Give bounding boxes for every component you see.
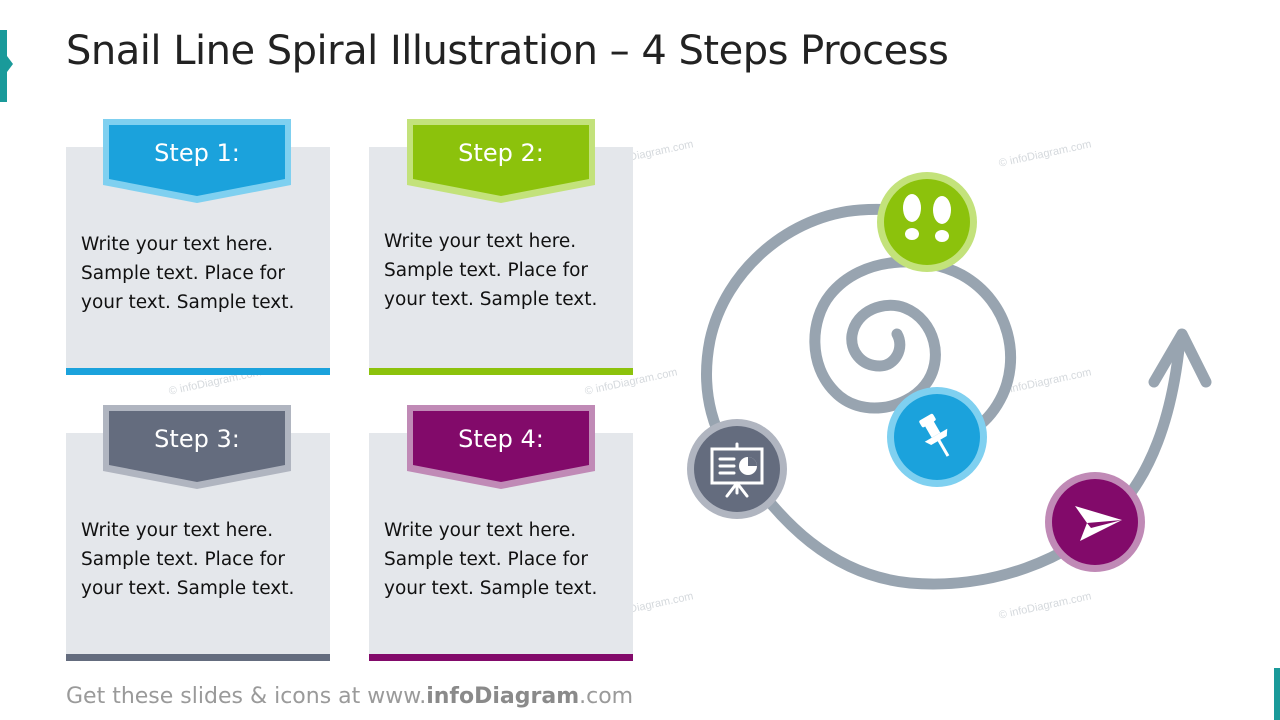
step-3-icon-badge [687, 419, 787, 519]
step-3-bottom-bar [66, 654, 330, 661]
step-2-text: Write your text here. Sample text. Place… [384, 227, 624, 314]
step-1-text-line: Sample text. Place for [81, 263, 286, 284]
step-4-text: Write your text here. Sample text. Place… [384, 516, 624, 603]
step-4-icon-badge [1045, 472, 1145, 572]
step-1-text-line: Write your text here. [81, 234, 274, 255]
left-accent-bar [0, 30, 13, 102]
step-3-text-line: Write your text here. [81, 520, 274, 541]
step-1-icon-badge [887, 387, 987, 487]
footer-prefix: Get these slides & icons at www. [66, 684, 427, 709]
step-1-text-line: your text. Sample text. [81, 292, 295, 313]
step-2-banner: Step 2: [407, 119, 595, 203]
step-2-text-line: your text. Sample text. [384, 289, 598, 310]
step-1-banner: Step 1: [103, 119, 291, 203]
step-2-text-line: Write your text here. [384, 231, 577, 252]
step-3-label: Step 3: [154, 425, 240, 453]
step-2-bottom-bar [369, 368, 633, 375]
step-4-bottom-bar [369, 654, 633, 661]
step-3-text-line: your text. Sample text. [81, 578, 295, 599]
step-1-bottom-bar [66, 368, 330, 375]
step-4-label: Step 4: [458, 425, 544, 453]
step-4-text-line: Write your text here. [384, 520, 577, 541]
footer-credit: Get these slides & icons at www.infoDiag… [66, 684, 633, 709]
step-3-text: Write your text here. Sample text. Place… [81, 516, 321, 603]
step-1-label: Step 1: [154, 139, 240, 167]
page-title: Snail Line Spiral Illustration – 4 Steps… [66, 28, 949, 74]
right-accent-bar [1274, 668, 1280, 720]
step-1-text: Write your text here. Sample text. Place… [81, 230, 321, 317]
step-3-text-line: Sample text. Place for [81, 549, 286, 570]
step-2-text-line: Sample text. Place for [384, 260, 589, 281]
footer-brand: infoDiagram [426, 684, 580, 709]
step-3-banner: Step 3: [103, 405, 291, 489]
step-4-banner: Step 4: [407, 405, 595, 489]
step-2-label: Step 2: [458, 139, 544, 167]
snail-spiral-diagram [687, 172, 1212, 590]
step-2-icon-badge [877, 172, 977, 272]
step-4-text-line: Sample text. Place for [384, 549, 589, 570]
footer-suffix: .com [579, 684, 634, 709]
step-4-text-line: your text. Sample text. [384, 578, 598, 599]
